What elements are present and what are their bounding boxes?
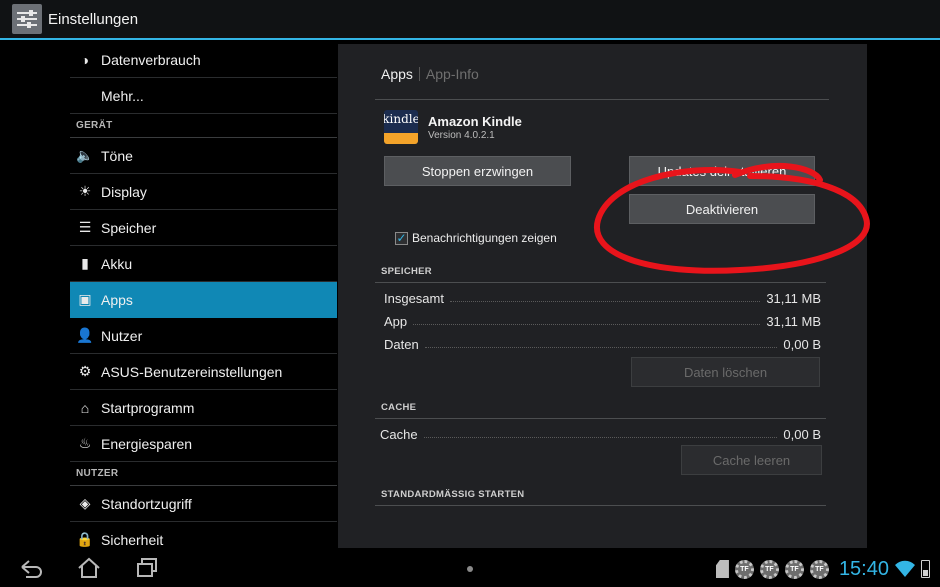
storage-row-label: Daten (384, 337, 419, 352)
clock: 15:40 (838, 557, 889, 580)
settings-sidebar: ◑ Datenverbrauch Mehr... GERÄT 🔈 Töne ☀ Display… (0, 42, 338, 558)
location-icon: ◈ (79, 495, 91, 511)
cache-section-header: CACHE (381, 402, 417, 413)
sidebar-item-display[interactable]: ☀ Display (70, 174, 337, 210)
clear-cache-button[interactable]: Cache leeren (681, 445, 822, 475)
kindle-app-icon: kindle (384, 110, 418, 144)
breadcrumb: Apps App-Info (381, 66, 479, 82)
sidebar-item-töne[interactable]: 🔈 Töne (70, 138, 337, 174)
recent-apps-icon[interactable] (134, 557, 160, 579)
sidebar-item-apps[interactable]: ▣ Apps (70, 282, 337, 318)
wifi-icon (895, 560, 915, 577)
system-nav-bar: TF TF TF TF 15:40 (0, 550, 940, 587)
breadcrumb-app-info: App-Info (425, 66, 479, 82)
sidebar-item-label: ASUS-Benutzereinstellungen (101, 363, 283, 380)
sidebar-item-energiesparen[interactable]: ♨ Energiesparen (70, 426, 337, 462)
breadcrumb-separator (418, 67, 420, 81)
notifications-label: Benachrichtigungen zeigen (412, 231, 557, 245)
storage-row-value: 0,00 B (783, 337, 821, 352)
kindle-logo-text: kindle (384, 112, 418, 126)
storage-icon: ☰ (78, 219, 92, 235)
sidebar-item-datenverbrauch[interactable]: ◑ Datenverbrauch (70, 42, 337, 78)
section-header-gerät: GERÄT (70, 114, 337, 138)
action-bar: Einstellungen (0, 0, 940, 40)
divider (375, 282, 826, 283)
battery-icon: ▮ (81, 255, 89, 271)
sidebar-item-mehr[interactable]: Mehr... (70, 78, 337, 114)
storage-row-label: App (384, 314, 408, 329)
battery-icon (921, 560, 930, 578)
sidebar-item-label: Display (101, 183, 147, 200)
app-version: Version 4.0.2.1 (428, 130, 495, 141)
notification-badge-icon: TF (759, 559, 779, 579)
disable-button[interactable]: Deaktivieren (629, 194, 815, 224)
section-header-nutzer: NUTZER (70, 462, 337, 486)
breadcrumb-apps[interactable]: Apps (381, 66, 413, 82)
sidebar-item-standortzugriff[interactable]: ◈ Standortzugriff (70, 486, 337, 522)
notification-badge-icon: TF (784, 559, 804, 579)
speaker-icon: 🔈 (76, 147, 94, 163)
cache-row: Cache 0,00 B (380, 424, 821, 442)
sidebar-item-akku[interactable]: ▮ Akku (70, 246, 337, 282)
sidebar-item-label: Mehr... (101, 87, 144, 104)
storage-row-value: 31,11 MB (766, 291, 821, 306)
storage-row-total: Insgesamt 31,11 MB (384, 288, 821, 306)
storage-section-header: SPEICHER (381, 266, 432, 277)
action-bar-title: Einstellungen (48, 10, 139, 28)
storage-row-label: Insgesamt (384, 291, 444, 306)
divider (375, 505, 826, 506)
sidebar-item-label: Apps (101, 291, 133, 308)
lock-icon: 🔒 (76, 531, 94, 547)
checkbox-checked-icon[interactable]: ✓ (395, 231, 408, 245)
sd-card-icon (715, 560, 729, 578)
storage-row-value: 31,11 MB (766, 314, 821, 329)
divider (375, 99, 829, 100)
settings-list: ◑ Datenverbrauch Mehr... GERÄT 🔈 Töne ☀ Display… (70, 42, 337, 558)
sidebar-item-nutzer[interactable]: 👤 Nutzer (70, 318, 337, 354)
settings-sliders-icon[interactable] (12, 4, 42, 34)
storage-row-data: Daten 0,00 B (384, 334, 821, 352)
launch-default-section-header: STANDARDMÄSSIG STARTEN (381, 489, 525, 500)
sidebar-item-label: Sicherheit (101, 531, 164, 548)
storage-row-app: App 31,11 MB (384, 311, 821, 329)
sidebar-item-asus-benutzereinstellungen[interactable]: ⚙ ASUS-Benutzereinstellungen (70, 354, 337, 390)
home-icon: ⌂ (80, 399, 90, 416)
sidebar-item-speicher[interactable]: ☰ Speicher (70, 210, 337, 246)
sidebar-item-label: Energiesparen (101, 435, 193, 452)
sidebar-item-label: Speicher (101, 219, 157, 236)
notification-badge-icon: TF (734, 559, 754, 579)
home-icon[interactable] (76, 557, 102, 579)
cache-row-label: Cache (380, 427, 418, 442)
divider (375, 418, 826, 419)
gear-icon: ⚙ (78, 363, 92, 379)
sidebar-item-label: Datenverbrauch (101, 51, 201, 68)
app-name: Amazon Kindle (428, 114, 522, 129)
sidebar-item-label: Nutzer (101, 327, 143, 344)
notifications-toggle[interactable]: ✓ Benachrichtigungen zeigen (395, 231, 557, 245)
force-stop-button[interactable]: Stoppen erzwingen (384, 156, 571, 186)
leaf-icon: ♨ (78, 435, 92, 451)
user-icon: 👤 (76, 327, 94, 343)
app-info-panel: Apps App-Info kindle Amazon Kindle Versi… (338, 44, 867, 548)
sidebar-item-label: Standortzugriff (101, 495, 192, 512)
display-icon: ☀ (78, 183, 92, 199)
data-usage-icon: ◑ (80, 51, 90, 68)
status-area[interactable]: TF TF TF TF 15:40 (715, 556, 930, 582)
sidebar-item-label: Töne (101, 147, 133, 164)
notification-badge-icon: TF (809, 559, 829, 579)
cache-row-value: 0,00 B (783, 427, 821, 442)
keyboard-dot-indicator (467, 566, 473, 572)
back-icon[interactable] (18, 557, 44, 579)
sidebar-item-startprogramm[interactable]: ⌂ Startprogramm (70, 390, 337, 426)
apps-icon: ▣ (78, 291, 92, 307)
sidebar-item-label: Startprogramm (101, 399, 195, 416)
clear-data-button[interactable]: Daten löschen (631, 357, 820, 387)
uninstall-updates-button[interactable]: Updates deinstallieren (629, 156, 815, 186)
sidebar-item-label: Akku (101, 255, 133, 272)
